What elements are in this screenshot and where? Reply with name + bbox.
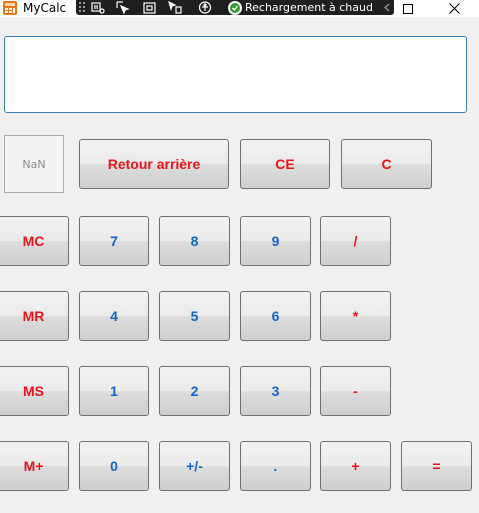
add-button[interactable]: + <box>320 441 391 491</box>
check-circle-icon <box>228 0 242 15</box>
digit-4-button[interactable]: 4 <box>79 291 149 341</box>
calculator-display[interactable] <box>4 36 467 113</box>
accessibility-checker-icon[interactable] <box>195 0 215 15</box>
app-icon <box>3 1 17 15</box>
window-title: MyCalc <box>23 1 67 15</box>
memory-indicator: NaN <box>4 135 64 193</box>
select-element-icon[interactable] <box>113 0 133 15</box>
backspace-button[interactable]: Retour arrière <box>79 139 229 189</box>
digit-1-button[interactable]: 1 <box>79 366 149 416</box>
digit-8-button[interactable]: 8 <box>159 216 230 266</box>
digit-7-button[interactable]: 7 <box>79 216 149 266</box>
hot-reload-label: Rechargement à chaud <box>245 1 373 14</box>
digit-6-button[interactable]: 6 <box>240 291 311 341</box>
digit-5-button[interactable]: 5 <box>159 291 230 341</box>
close-button[interactable] <box>431 0 477 17</box>
display-layout-adorners-icon[interactable] <box>139 0 159 15</box>
divide-button[interactable]: / <box>320 216 391 266</box>
clear-entry-button[interactable]: CE <box>240 139 330 189</box>
close-icon <box>448 3 460 14</box>
digit-0-button[interactable]: 0 <box>79 441 149 491</box>
equals-button[interactable]: = <box>401 441 472 491</box>
hot-reload-status[interactable]: Rechargement à chaud <box>228 0 373 15</box>
drag-grip-icon[interactable] <box>77 0 87 15</box>
memory-add-button[interactable]: M+ <box>0 441 69 491</box>
maximize-button[interactable] <box>385 0 431 17</box>
multiply-button[interactable]: * <box>320 291 391 341</box>
memory-recall-button[interactable]: MR <box>0 291 69 341</box>
clear-button[interactable]: C <box>341 139 432 189</box>
subtract-button[interactable]: - <box>320 366 391 416</box>
maximize-icon <box>403 3 413 14</box>
digit-3-button[interactable]: 3 <box>240 366 311 416</box>
negate-button[interactable]: +/- <box>159 441 230 491</box>
memory-store-button[interactable]: MS <box>0 366 69 416</box>
digit-2-button[interactable]: 2 <box>159 366 230 416</box>
memory-clear-button[interactable]: MC <box>0 216 69 266</box>
digit-9-button[interactable]: 9 <box>240 216 311 266</box>
track-focused-element-icon[interactable] <box>165 0 185 15</box>
debug-toolbar: Rechargement à chaud <box>76 0 394 15</box>
title-bar: MyCalc Rechargement à chaud <box>0 0 479 17</box>
live-visual-tree-icon[interactable] <box>88 0 108 15</box>
decimal-button[interactable]: . <box>240 441 311 491</box>
